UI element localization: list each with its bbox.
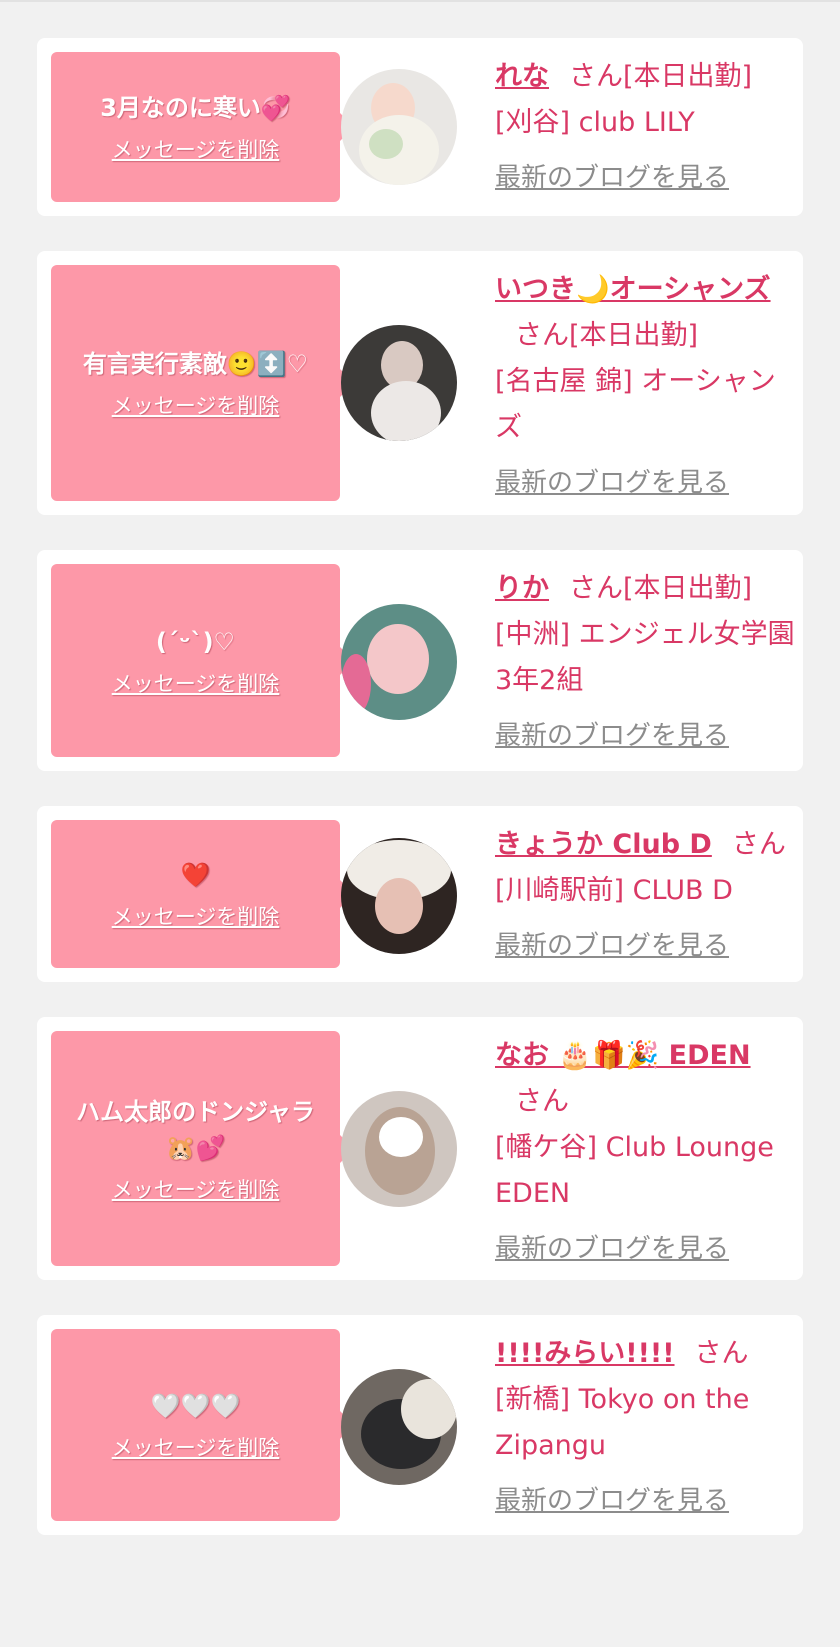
latest-blog-link[interactable]: 最新のブログを見る: [495, 716, 729, 756]
girl-name-link[interactable]: りか: [495, 573, 549, 604]
latest-blog-link[interactable]: 最新のブログを見る: [495, 1481, 729, 1521]
girl-suffix: さん: [694, 1338, 749, 1369]
delete-message-link[interactable]: メッセージを削除: [112, 1434, 280, 1462]
delete-message-link[interactable]: メッセージを削除: [112, 392, 280, 420]
girl-suffix: さん[本日出勤]: [569, 573, 753, 604]
top-divider: [0, 0, 840, 2]
avatar[interactable]: [341, 604, 457, 720]
latest-blog-link[interactable]: 最新のブログを見る: [495, 463, 729, 503]
avatar[interactable]: [341, 838, 457, 954]
message-bubble: 🤍🤍🤍 メッセージを削除: [51, 1329, 354, 1521]
message-text: ❤️: [180, 861, 211, 889]
girl-info: なお 🎂🎁🎉 EDEN さん [幡ケ谷] Club Lounge EDEN 最新の…: [495, 1033, 797, 1269]
shop-name: [刈谷] club LILY: [495, 107, 695, 138]
latest-blog-link[interactable]: 最新のブログを見る: [495, 158, 729, 198]
message-bubble: (ˊᵕˋ)♡ メッセージを削除: [51, 564, 354, 757]
girl-name-line: !!!!みらい!!!! さん: [495, 1331, 797, 1377]
delete-message-link[interactable]: メッセージを削除: [112, 1176, 280, 1204]
girl-name-link[interactable]: いつき🌙オーシャンズ: [495, 274, 771, 305]
message-text: 有言実行素敵🙂↕️♡: [82, 350, 309, 378]
shop-name: [幡ケ谷] Club Lounge EDEN: [495, 1132, 774, 1209]
girl-suffix: さん[本日出勤]: [569, 61, 753, 92]
girl-suffix: さん: [731, 829, 786, 860]
message-text: 🤍🤍🤍: [150, 1392, 241, 1420]
message-text: (ˊᵕˋ)♡: [155, 627, 236, 656]
shop-name: [中洲] エンジェル女学園 3年2組: [495, 619, 795, 696]
message-bubble: 3月なのに寒い💞 メッセージを削除: [51, 52, 354, 202]
avatar[interactable]: [341, 325, 457, 441]
avatar[interactable]: [341, 1369, 457, 1485]
message-bubble: 有言実行素敵🙂↕️♡ メッセージを削除: [51, 265, 354, 501]
shop-name: [川崎駅前] CLUB D: [495, 875, 733, 906]
girl-name-link[interactable]: きょうか Club D: [495, 829, 712, 860]
girl-name-line: れな さん[本日出勤]: [495, 54, 797, 100]
message-text: ハム太郎のドンジャラ🐹💕: [76, 1097, 315, 1162]
latest-blog-link[interactable]: 最新のブログを見る: [495, 926, 729, 966]
girl-name-link[interactable]: なお 🎂🎁🎉 EDEN: [495, 1040, 751, 1071]
girl-suffix: さん: [515, 1086, 569, 1117]
girl-name-line: なお 🎂🎁🎉 EDEN さん: [495, 1033, 797, 1125]
girl-info: れな さん[本日出勤] [刈谷] club LILY 最新のブログを見る: [495, 54, 797, 198]
girl-info: きょうか Club D さん [川崎駅前] CLUB D 最新のブログを見る: [495, 822, 797, 966]
delete-message-link[interactable]: メッセージを削除: [112, 670, 280, 698]
girl-name-line: いつき🌙オーシャンズさん[本日出勤]: [495, 267, 797, 359]
message-text: 3月なのに寒い💞: [100, 94, 291, 122]
message-bubble: ハム太郎のドンジャラ🐹💕 メッセージを削除: [51, 1031, 354, 1266]
shop-name: [新橋] Tokyo on the Zipangu: [495, 1384, 750, 1461]
girl-name-link[interactable]: れな: [495, 61, 549, 92]
girl-info: !!!!みらい!!!! さん [新橋] Tokyo on the Zipangu …: [495, 1331, 797, 1521]
list-item: (ˊᵕˋ)♡ メッセージを削除 りか さん[本日出勤] [中洲] エンジェル女学園…: [37, 550, 803, 771]
avatar[interactable]: [341, 1091, 457, 1207]
girl-name-link[interactable]: !!!!みらい!!!!: [495, 1338, 675, 1369]
list-item: ハム太郎のドンジャラ🐹💕 メッセージを削除 なお 🎂🎁🎉 EDEN さん [幡ケ谷…: [37, 1017, 803, 1280]
delete-message-link[interactable]: メッセージを削除: [112, 903, 280, 931]
list-item: 有言実行素敵🙂↕️♡ メッセージを削除 いつき🌙オーシャンズさん[本日出勤] […: [37, 251, 803, 515]
list-item: 3月なのに寒い💞 メッセージを削除 れな さん[本日出勤] [刈谷] club L…: [37, 38, 803, 216]
girl-info: りか さん[本日出勤] [中洲] エンジェル女学園 3年2組 最新のブログを見る: [495, 566, 797, 756]
list-item: 🤍🤍🤍 メッセージを削除 !!!!みらい!!!! さん [新橋] Tokyo on…: [37, 1315, 803, 1535]
avatar[interactable]: [341, 69, 457, 185]
girl-info: いつき🌙オーシャンズさん[本日出勤] [名古屋 錦] オーシャンズ 最新のブログ…: [495, 267, 797, 503]
list-item: ❤️ メッセージを削除 きょうか Club D さん [川崎駅前] CLUB D …: [37, 806, 803, 982]
latest-blog-link[interactable]: 最新のブログを見る: [495, 1229, 729, 1269]
message-bubble: ❤️ メッセージを削除: [51, 820, 354, 968]
girl-suffix: さん[本日出勤]: [515, 320, 699, 351]
delete-message-link[interactable]: メッセージを削除: [112, 136, 280, 164]
girl-name-line: きょうか Club D さん: [495, 822, 797, 868]
girl-name-line: りか さん[本日出勤]: [495, 566, 797, 612]
shop-name: [名古屋 錦] オーシャンズ: [495, 366, 776, 443]
